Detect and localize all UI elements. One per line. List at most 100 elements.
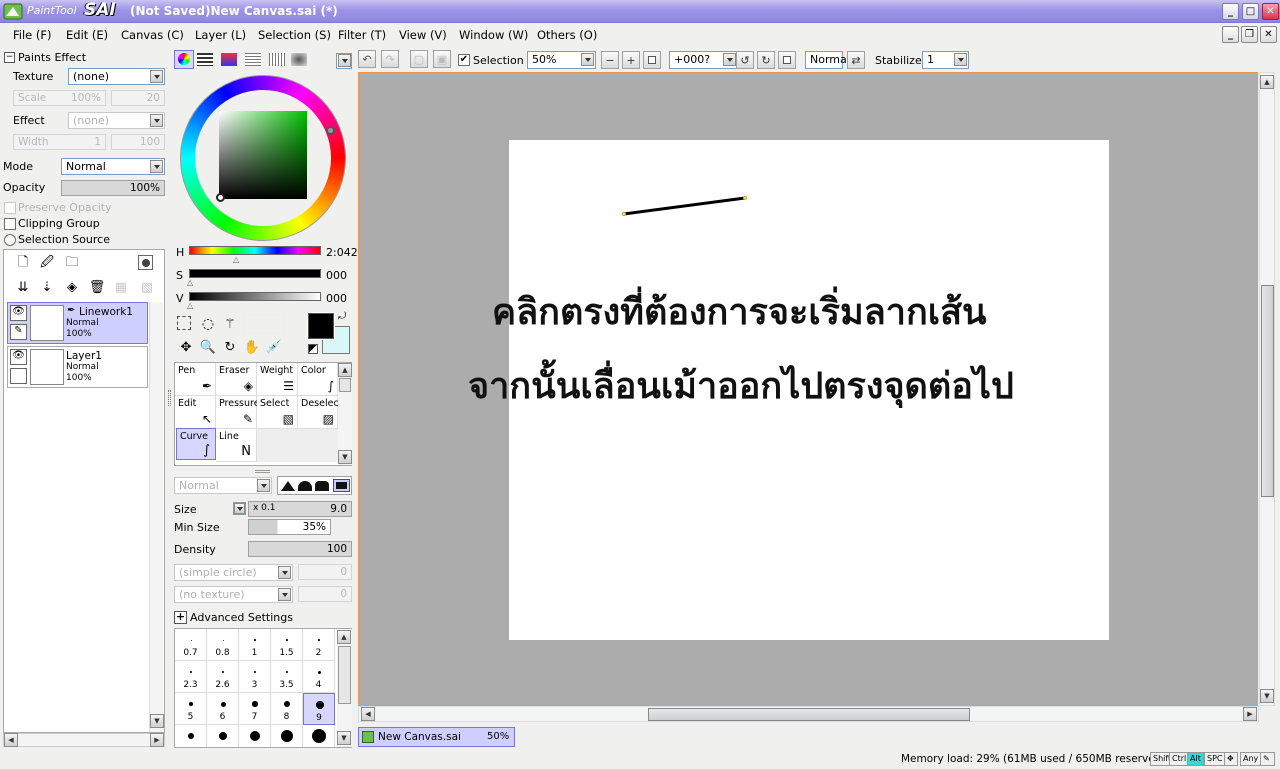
maximize-button[interactable]: □ bbox=[1242, 3, 1259, 20]
stabilizer-select[interactable]: 1 bbox=[922, 51, 969, 69]
palette-icon[interactable] bbox=[245, 53, 261, 66]
color-picker-cursor[interactable] bbox=[216, 193, 225, 202]
hsv-slider-icon[interactable] bbox=[221, 53, 237, 66]
zoom-select[interactable]: 50% bbox=[527, 51, 596, 69]
pen-lock-icon[interactable]: ✎ bbox=[10, 324, 27, 340]
menu-view[interactable]: View (V) bbox=[399, 28, 447, 42]
move-icon[interactable]: ✥ bbox=[177, 338, 195, 356]
tool-pen[interactable]: Pen ✒ bbox=[175, 363, 216, 396]
brush-size-1.5[interactable]: 1.5 bbox=[271, 629, 303, 661]
preserve-opacity-checkbox[interactable] bbox=[4, 202, 16, 214]
scroll-down-icon[interactable]: ▼ bbox=[1260, 689, 1274, 703]
doc-minimize-button[interactable]: _ bbox=[1222, 26, 1239, 43]
layer-hscrollbar[interactable]: ◀ ▶ bbox=[3, 733, 165, 747]
doc-close-button[interactable]: ✕ bbox=[1260, 26, 1277, 43]
rgb-slider-icon[interactable] bbox=[197, 53, 213, 66]
hand-icon[interactable]: ✋ bbox=[243, 338, 261, 356]
expand-icon[interactable]: + bbox=[174, 611, 187, 624]
scroll-right-icon[interactable]: ▶ bbox=[1243, 707, 1257, 721]
menu-filter[interactable]: Filter (T) bbox=[338, 28, 386, 42]
lasso-icon[interactable]: ◌ bbox=[199, 315, 217, 333]
tool-pressure[interactable]: Pressure ✎ bbox=[216, 396, 260, 429]
zoom-out-icon[interactable]: − bbox=[601, 51, 619, 69]
value-slider-marker[interactable]: △ bbox=[187, 301, 193, 310]
menu-window[interactable]: Window (W) bbox=[459, 28, 528, 42]
menu-file[interactable]: File (F) bbox=[13, 28, 52, 42]
tool-curve[interactable]: Curve ∫ bbox=[176, 428, 216, 460]
scroll-down-icon[interactable]: ▼ bbox=[150, 714, 164, 728]
scroll-thumb[interactable] bbox=[338, 646, 351, 704]
color-panel-menu[interactable] bbox=[336, 53, 352, 69]
layer-row-linework1[interactable]: 👁 ✎ ✒ Linework1 Normal 100% bbox=[7, 302, 148, 344]
tool-scrollbar[interactable]: ▲ ▼ bbox=[338, 363, 352, 465]
new-pen-layer-icon[interactable]: 🖉 bbox=[38, 255, 56, 273]
menu-canvas[interactable]: Canvas (C) bbox=[121, 28, 184, 42]
scroll-down-icon[interactable]: ▼ bbox=[337, 731, 351, 745]
tool-select[interactable]: Select ▧ bbox=[257, 396, 298, 429]
brush-size-large[interactable] bbox=[175, 725, 207, 747]
eye-icon[interactable]: 👁 bbox=[10, 349, 27, 365]
eye-icon[interactable]: 👁 bbox=[10, 305, 27, 321]
scroll-thumb[interactable] bbox=[648, 708, 970, 721]
brush-size-0.8[interactable]: 0.8 bbox=[207, 629, 239, 661]
tool-eraser[interactable]: Eraser ◈ bbox=[216, 363, 257, 396]
pen-lock-empty-icon[interactable] bbox=[10, 368, 27, 384]
swap-colors-icon[interactable]: ⤾ bbox=[338, 311, 346, 322]
brush-size-large[interactable] bbox=[207, 725, 239, 747]
scroll-left-icon[interactable]: ◀ bbox=[4, 733, 18, 747]
tool-color[interactable]: Color ∫ bbox=[298, 363, 338, 396]
swatch-icon[interactable] bbox=[269, 53, 285, 66]
value-slider[interactable] bbox=[189, 292, 321, 301]
layer-mask-icon[interactable] bbox=[138, 255, 153, 270]
merge-down-icon[interactable]: ⇣ bbox=[38, 278, 56, 296]
rotate-cw-icon[interactable]: ↻ bbox=[757, 51, 775, 69]
hue-slider-marker[interactable]: △ bbox=[233, 255, 239, 264]
opacity-slider[interactable]: 100% bbox=[61, 180, 165, 196]
brush-shape-round-icon[interactable] bbox=[298, 481, 312, 491]
scratchpad-icon[interactable] bbox=[291, 53, 307, 66]
layer-mode-select[interactable]: Normal bbox=[61, 158, 165, 175]
brush-shape-square-icon[interactable] bbox=[333, 479, 350, 492]
menu-edit[interactable]: Edit (E) bbox=[66, 28, 108, 42]
rotate-select[interactable]: +000? bbox=[669, 51, 738, 69]
scroll-up-icon[interactable]: ▲ bbox=[338, 363, 352, 377]
size-slider[interactable]: x 0.1 9.0 bbox=[248, 501, 352, 517]
rotate-icon[interactable]: ↻ bbox=[221, 338, 239, 356]
saturation-slider[interactable] bbox=[189, 269, 321, 278]
brush-shape-sharp-icon[interactable] bbox=[281, 481, 295, 491]
new-layer-icon[interactable]: 🗋 bbox=[14, 255, 32, 273]
layer-scrollbar[interactable]: ▼ bbox=[149, 302, 164, 732]
brush-size-large[interactable] bbox=[239, 725, 271, 747]
brush-size-6[interactable]: 6 bbox=[207, 693, 239, 725]
menu-others[interactable]: Others (O) bbox=[537, 28, 597, 42]
brush-size-scrollbar[interactable]: ▲ ▼ bbox=[337, 629, 352, 747]
brush-size-5[interactable]: 5 bbox=[175, 693, 207, 725]
rotate-reset-icon[interactable] bbox=[778, 51, 796, 69]
brush-size-2.6[interactable]: 2.6 bbox=[207, 661, 239, 693]
size-range-select[interactable] bbox=[233, 502, 246, 515]
saturation-slider-marker[interactable]: △ bbox=[187, 278, 193, 287]
tool-edit[interactable]: Edit ↖ bbox=[175, 396, 216, 429]
scroll-thumb[interactable] bbox=[339, 378, 351, 392]
zoom-reset-icon[interactable] bbox=[643, 51, 661, 69]
brush-size-8[interactable]: 8 bbox=[271, 693, 303, 725]
reset-colors-icon[interactable] bbox=[308, 344, 318, 354]
tool-weight[interactable]: Weight ☰ bbox=[257, 363, 298, 396]
scroll-left-icon[interactable]: ◀ bbox=[361, 707, 375, 721]
brush-size-2[interactable]: 2 bbox=[303, 629, 335, 661]
brush-size-4[interactable]: 4 bbox=[303, 661, 335, 693]
canvas-vscrollbar[interactable]: ▲ ▼ bbox=[1259, 72, 1275, 706]
document-tab[interactable]: New Canvas.sai 50% bbox=[358, 727, 515, 747]
zoom-in-icon[interactable]: + bbox=[622, 51, 640, 69]
tool-deselect[interactable]: Deselect ▨ bbox=[298, 396, 342, 429]
zoom-icon[interactable]: 🔍 bbox=[199, 338, 217, 356]
rect-select-icon[interactable] bbox=[177, 316, 191, 330]
brush-size-large[interactable] bbox=[303, 725, 335, 747]
tool-panel-splitter[interactable] bbox=[255, 470, 270, 473]
transfer-down-icon[interactable]: ⇊ bbox=[14, 278, 32, 296]
hue-cursor[interactable] bbox=[326, 126, 335, 135]
selection-checkbox[interactable]: ✔ bbox=[458, 54, 470, 66]
density-slider[interactable]: 100 bbox=[248, 541, 352, 557]
brush-size-9[interactable]: 9 bbox=[303, 693, 335, 725]
canvas-viewport[interactable]: คลิกตรงที่ต้องการจะเริ่มลากเส้น จากนั้นเ… bbox=[358, 72, 1258, 706]
